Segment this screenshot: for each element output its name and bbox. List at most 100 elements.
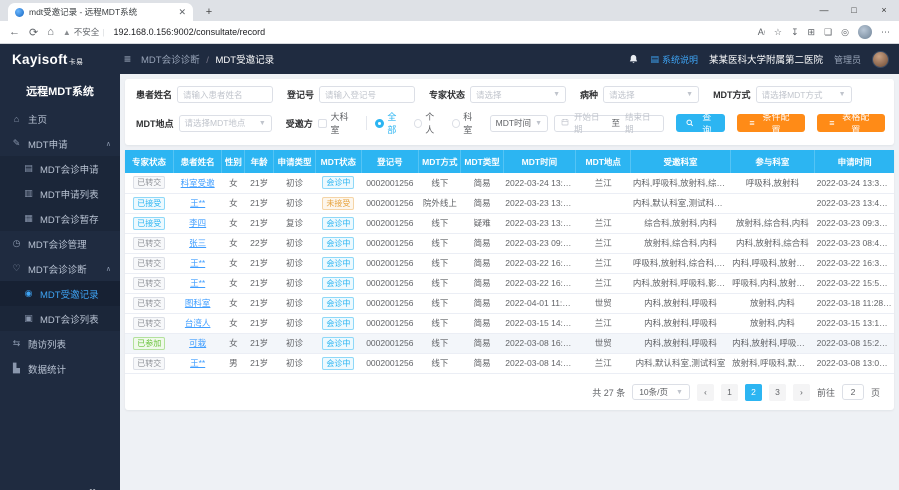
mdt-mode-select[interactable]: 请选择MDT方式▼ bbox=[756, 86, 852, 103]
radio-all[interactable]: 全部 bbox=[375, 110, 404, 136]
split-screen-icon[interactable]: ❏ bbox=[824, 27, 832, 38]
disease-label: 病种 bbox=[580, 88, 598, 101]
favorite-star-icon[interactable]: ☆ bbox=[774, 27, 782, 38]
mdt-status-badge: 会诊中 bbox=[322, 257, 354, 270]
patient-name-input[interactable] bbox=[177, 86, 273, 103]
sidebar-item-home[interactable]: ⌂ 主页 bbox=[0, 106, 120, 131]
column-header: MDT方式 bbox=[419, 150, 461, 173]
edit-icon: ✎ bbox=[11, 138, 22, 149]
sidebar-item-consult-draft[interactable]: ▦ MDT会诊暂存 bbox=[0, 206, 120, 231]
goto-page-input[interactable] bbox=[842, 384, 864, 400]
bar-chart-icon: ▙ bbox=[11, 363, 22, 374]
column-header: 性别 bbox=[222, 150, 245, 173]
page-button-2[interactable]: 2 bbox=[745, 384, 762, 401]
browser-menu-icon[interactable]: ⋯ bbox=[881, 27, 890, 38]
sidebar-item-apply-list[interactable]: ▥ MDT申请列表 bbox=[0, 181, 120, 206]
patient-name-link[interactable]: 李四 bbox=[189, 218, 206, 228]
sidebar-collapse-icon[interactable]: ≡ bbox=[124, 52, 131, 66]
mdt-status-badge: 会诊中 bbox=[322, 297, 354, 310]
expert-status-select[interactable]: 请选择▼ bbox=[470, 86, 566, 103]
chevron-down-icon: ▼ bbox=[553, 91, 560, 98]
page-button-3[interactable]: 3 bbox=[769, 384, 786, 401]
sidebar-item-consult-list[interactable]: ▣ MDT会诊列表 bbox=[0, 306, 120, 331]
radio-dept[interactable]: 科室 bbox=[452, 110, 481, 136]
disease-select[interactable]: 请选择▼ bbox=[603, 86, 699, 103]
sidebar-item-consult-manage[interactable]: ◷ MDT会诊管理 bbox=[0, 231, 120, 256]
heart-icon: ♡ bbox=[11, 263, 22, 274]
download-icon[interactable]: ↧ bbox=[791, 27, 799, 38]
patient-name-link[interactable]: 王** bbox=[190, 278, 205, 288]
time-field-select[interactable]: MDT时间▼ bbox=[490, 115, 548, 132]
sidebar-item-followup-list[interactable]: ⇆ 随访列表 bbox=[0, 331, 120, 356]
prev-page-button[interactable]: ‹ bbox=[697, 384, 714, 401]
new-tab-button[interactable]: + bbox=[199, 4, 219, 20]
notification-bell-icon[interactable] bbox=[628, 54, 639, 65]
patient-name-link[interactable]: 可栽 bbox=[189, 338, 206, 348]
patient-name-link[interactable]: 王** bbox=[190, 358, 205, 368]
site-security[interactable]: ▲ 不安全 | bbox=[63, 26, 105, 38]
sidebar-item-invited-records[interactable]: ◉ MDT受邀记录 bbox=[0, 281, 120, 306]
main-content: 患者姓名 登记号 专家状态 请选择▼ 病种 请选择▼ MDT方式 请选择MDT方… bbox=[120, 74, 899, 490]
radio-personal[interactable]: 个人 bbox=[414, 110, 443, 136]
back-icon[interactable]: ← bbox=[9, 26, 20, 38]
chevron-down-icon: ▼ bbox=[535, 120, 542, 127]
search-button[interactable]: 查询 bbox=[676, 114, 725, 132]
goto-label: 前往 bbox=[817, 386, 835, 399]
patient-name-link[interactable]: 王** bbox=[190, 198, 205, 208]
app-logo: Kayisoft卡易 bbox=[0, 52, 120, 67]
mdt-place-select[interactable]: 请选择MDT地点▼ bbox=[179, 115, 272, 132]
breadcrumb-current: MDT受邀记录 bbox=[216, 55, 275, 66]
table-row: 已转交台湾人女21岁初诊会诊中0002001256线下简易2022-03-15 … bbox=[125, 313, 894, 333]
sidebar-item-statistics[interactable]: ▙ 数据统计 bbox=[0, 356, 120, 381]
tab-close-icon[interactable]: ✕ bbox=[178, 7, 186, 18]
collections-icon[interactable]: ⊞ bbox=[808, 27, 816, 38]
patient-name-link[interactable]: 科室受邀 bbox=[181, 178, 215, 188]
browser-profile-avatar[interactable] bbox=[858, 25, 872, 39]
mdt-mode-label: MDT方式 bbox=[713, 88, 751, 101]
mdt-status-badge: 会诊中 bbox=[322, 176, 354, 189]
patient-name-link[interactable]: 台湾人 bbox=[185, 318, 211, 328]
chevron-down-icon: ▼ bbox=[686, 91, 693, 98]
list-icon: ▥ bbox=[23, 188, 34, 199]
page-button-1[interactable]: 1 bbox=[721, 384, 738, 401]
column-header: MDT类型 bbox=[461, 150, 503, 173]
calendar-icon bbox=[561, 118, 569, 128]
sidebar-item-consult-diagnosis[interactable]: ♡ MDT会诊诊断 ∧ bbox=[0, 256, 120, 281]
mdt-place-label: MDT地点 bbox=[136, 117, 174, 130]
user-role[interactable]: 管理员 bbox=[834, 53, 861, 66]
mdt-status-badge: 会诊中 bbox=[322, 317, 354, 330]
end-date-placeholder: 结束日期 bbox=[625, 111, 657, 135]
table-config-button[interactable]: ≡ 表格配置 bbox=[817, 114, 885, 132]
url-text[interactable]: 192.168.0.156:9002/consultate/record bbox=[114, 27, 749, 37]
mdt-status-badge: 会诊中 bbox=[322, 337, 354, 350]
column-header: MDT时间 bbox=[503, 150, 575, 173]
extensions-icon[interactable]: ◎ bbox=[841, 27, 849, 38]
reg-no-input[interactable] bbox=[319, 86, 415, 103]
browser-tab[interactable]: mdt受邀记录 - 远程MDT系统 ✕ bbox=[8, 3, 193, 21]
sidebar-item-mdt-apply[interactable]: ✎ MDT申请 ∧ bbox=[0, 131, 120, 156]
patient-name-link[interactable]: 图科室 bbox=[185, 298, 211, 308]
patient-name-link[interactable]: 王** bbox=[190, 258, 205, 268]
date-range-picker[interactable]: 开始日期 至 结束日期 bbox=[554, 115, 664, 132]
app-header: Kayisoft卡易 ≡ MDT会诊诊断 / MDT受邀记录 ▤ 系统说明 某某… bbox=[0, 44, 899, 74]
table-row: 已参加可栽女21岁初诊会诊中0002001256线下简易2022-03-08 1… bbox=[125, 333, 894, 353]
home-icon[interactable]: ⌂ bbox=[47, 26, 54, 38]
window-maximize-button[interactable]: □ bbox=[839, 0, 869, 21]
window-minimize-button[interactable]: — bbox=[809, 0, 839, 21]
patient-name-link[interactable]: 张三 bbox=[189, 238, 206, 248]
mdt-status-badge: 会诊中 bbox=[322, 217, 354, 230]
config-icon: ≡ bbox=[829, 118, 834, 128]
system-help-link[interactable]: ▤ 系统说明 bbox=[650, 53, 698, 66]
refresh-icon[interactable]: ⟳ bbox=[29, 26, 38, 39]
breadcrumb-parent: MDT会诊诊断 bbox=[141, 55, 200, 66]
help-doc-icon: ▤ bbox=[650, 54, 659, 65]
page-size-select[interactable]: 10条/页▼ bbox=[632, 384, 690, 400]
sidebar-item-consult-apply[interactable]: ▤ MDT会诊申请 bbox=[0, 156, 120, 181]
read-aloud-icon[interactable]: Aᵎ bbox=[758, 27, 765, 37]
window-close-button[interactable]: × bbox=[869, 0, 899, 21]
table-row: 已转交图科室女21岁初诊会诊中0002001256线下简易2022-04-01 … bbox=[125, 293, 894, 313]
big-dept-checkbox[interactable]: 大科室 bbox=[318, 110, 357, 136]
next-page-button[interactable]: › bbox=[793, 384, 810, 401]
user-avatar[interactable] bbox=[872, 51, 889, 68]
condition-config-button[interactable]: ≡ 条件配置 bbox=[737, 114, 805, 132]
